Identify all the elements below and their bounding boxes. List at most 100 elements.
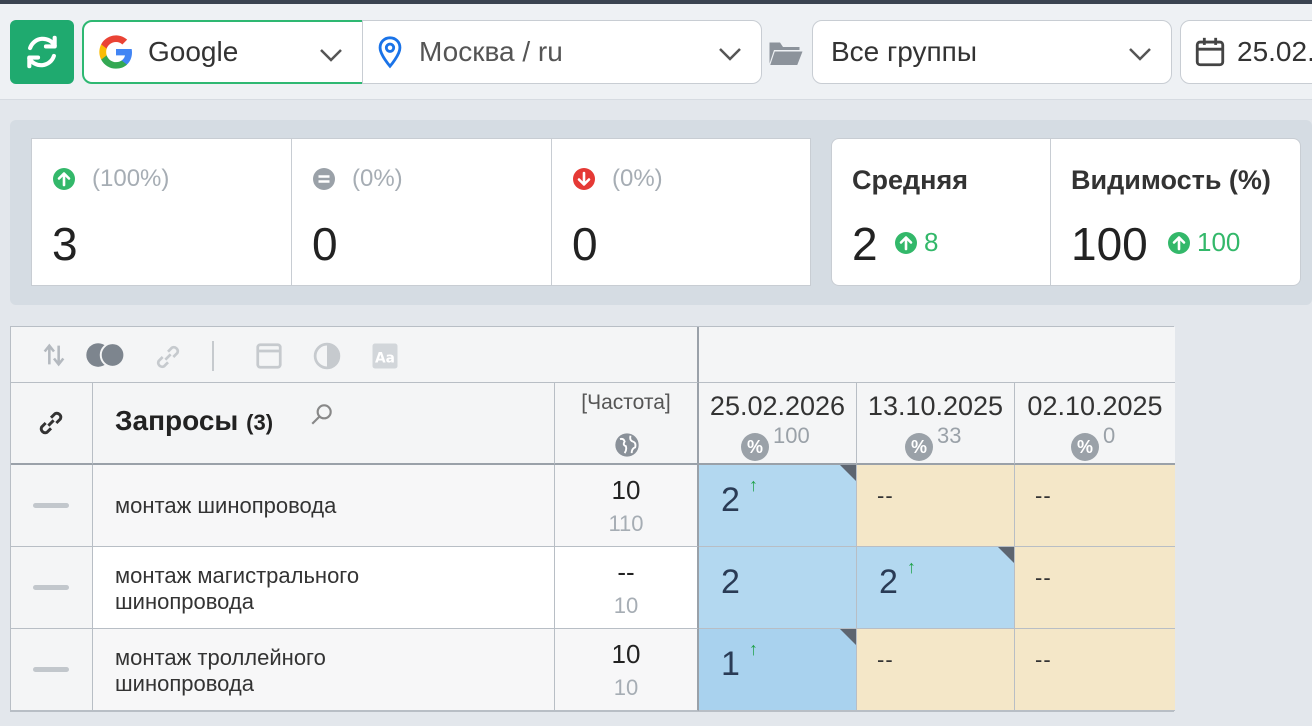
position-cell[interactable]: -- (1015, 547, 1175, 629)
position-value: -- (877, 647, 894, 672)
positions-same-card: (0%) 0 (291, 138, 552, 286)
date-visibility: 33 (937, 423, 962, 448)
position-value: 2 (721, 563, 740, 601)
percent-icon: % (741, 433, 769, 461)
positions-up-card: (100%) 3 (31, 138, 292, 286)
date-visibility: 0 (1103, 423, 1116, 448)
down-percent: (0%) (612, 165, 663, 192)
visibility-delta-value: 100 (1197, 227, 1241, 257)
date-column-header[interactable]: 25.02.2026 % 100 (699, 383, 857, 465)
row-menu-button[interactable] (33, 585, 69, 590)
average-value: 2 (852, 218, 878, 270)
arrow-up-circle-icon (53, 168, 75, 190)
frequency-cell: 10 110 (555, 465, 699, 547)
page-icon[interactable] (253, 341, 285, 371)
frequency-value: 10 (611, 475, 641, 505)
up-arrow-icon: ↑ (907, 557, 916, 577)
row-menu-button[interactable] (33, 667, 69, 672)
percent-icon: % (1071, 433, 1099, 461)
position-value: -- (1035, 647, 1052, 672)
frequency-value: 10 (611, 639, 641, 669)
search-icon[interactable] (309, 401, 335, 427)
date-column-header[interactable]: 13.10.2025 % 33 (857, 383, 1015, 465)
corner-marker (840, 629, 856, 645)
position-value: -- (877, 483, 894, 508)
row-menu-button[interactable] (33, 503, 69, 508)
position-cell[interactable]: 2 (699, 547, 857, 629)
average-position-card: Средняя 2 8 (831, 138, 1051, 286)
position-cell[interactable]: -- (857, 465, 1015, 547)
visibility-value: 100 (1071, 218, 1148, 270)
same-percent: (0%) (352, 165, 403, 192)
google-logo-icon (99, 35, 132, 69)
down-count: 0 (572, 218, 598, 270)
position-cell[interactable]: 1 ↑ (699, 629, 857, 711)
positions-table: Aa Запросы (3) [Частота] 25.02.2026 % 10… (10, 326, 1175, 712)
position-value: 2 (879, 563, 898, 601)
region-label: Москва / ru (419, 36, 563, 67)
position-cell[interactable]: -- (1015, 465, 1175, 547)
date-picker[interactable]: 25.02. (1180, 20, 1312, 84)
link-icon[interactable] (151, 341, 185, 373)
position-value: -- (1035, 565, 1052, 590)
arrow-down-circle-icon (573, 168, 595, 190)
position-value: -- (1035, 483, 1052, 508)
table-toolbar-right (699, 327, 1175, 383)
query-cell: монтаж магистрального шинопровода (93, 547, 555, 629)
contrast-icon[interactable] (311, 341, 343, 371)
queries-title: Запросы (3) (115, 405, 273, 437)
sort-icon[interactable] (39, 341, 69, 369)
visibility-title: Видимость (%) (1071, 165, 1271, 195)
frequency-value: -- (617, 557, 635, 587)
up-count: 3 (52, 218, 78, 270)
link-icon[interactable] (35, 407, 67, 439)
date-column-label: 25.02.2026 (709, 391, 846, 421)
row-action-cell (11, 547, 93, 629)
position-value: 2 (721, 481, 740, 519)
up-arrow-icon: ↑ (749, 639, 758, 659)
query-text[interactable]: монтаж шинопровода (115, 493, 336, 519)
corner-marker (998, 547, 1014, 563)
toolbar-divider (212, 341, 214, 371)
positions-down-card: (0%) 0 (551, 138, 811, 286)
queries-label: Запросы (115, 405, 239, 436)
toggle-circles-icon[interactable] (85, 341, 127, 369)
up-percent: (100%) (92, 165, 170, 192)
svg-text:Aa: Aa (375, 350, 395, 366)
refresh-button[interactable] (10, 20, 74, 84)
corner-marker (840, 465, 856, 481)
search-engine-select[interactable]: Google (82, 20, 364, 84)
row-action-cell (11, 629, 93, 711)
frequency-sub-value: 110 (608, 511, 644, 536)
region-select[interactable]: Москва / ru (362, 20, 762, 84)
frequency-cell: -- 10 (555, 547, 699, 629)
average-delta: 8 (894, 227, 938, 258)
frequency-label: [Частота] (581, 391, 671, 414)
chevron-down-icon (719, 48, 741, 61)
frequency-column-header[interactable]: [Частота] (555, 383, 699, 465)
visibility-delta: 100 (1167, 227, 1240, 258)
query-text[interactable]: монтаж магистрального шинопровода (115, 563, 415, 615)
row-action-cell (11, 465, 93, 547)
arrow-up-circle-icon (1168, 231, 1190, 254)
group-select[interactable]: Все группы (812, 20, 1172, 84)
position-cell[interactable]: -- (1015, 629, 1175, 711)
up-arrow-icon: ↑ (749, 475, 758, 495)
font-size-icon[interactable]: Aa (369, 341, 401, 371)
queries-column-header: Запросы (3) (93, 383, 555, 465)
frequency-cell: 10 10 (555, 629, 699, 711)
position-cell[interactable]: 2 ↑ (857, 547, 1015, 629)
average-title: Средняя (852, 165, 968, 195)
frequency-sub-value: 10 (613, 593, 639, 618)
position-cell[interactable]: 2 ↑ (699, 465, 857, 547)
folder-open-icon[interactable] (768, 38, 804, 68)
chevron-down-icon (1129, 48, 1151, 61)
table-toolbar: Aa (11, 327, 699, 383)
position-cell[interactable]: -- (857, 629, 1015, 711)
date-column-label: 02.10.2025 (1027, 391, 1163, 421)
search-engine-label: Google (148, 36, 239, 67)
query-text[interactable]: монтаж троллейного шинопровода (115, 645, 415, 697)
date-column-header[interactable]: 02.10.2025 % 0 (1015, 383, 1175, 465)
link-column-header (11, 383, 93, 465)
globe-icon (615, 433, 639, 457)
